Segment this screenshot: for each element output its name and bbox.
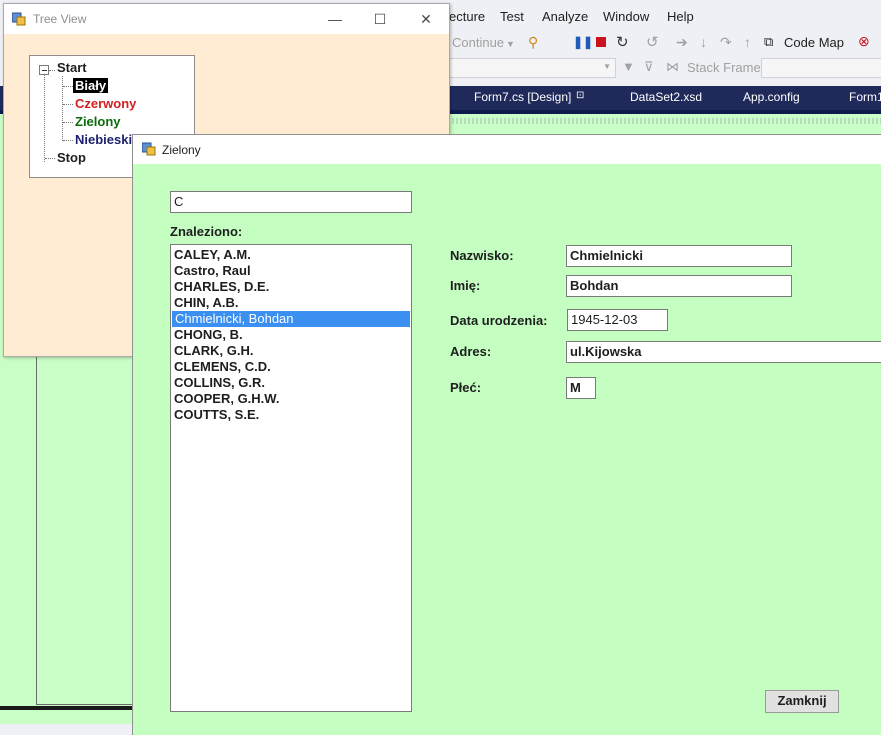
address-label: Adres: — [450, 344, 492, 359]
process-combo[interactable]: ▼ — [449, 58, 616, 78]
tree-node-stop[interactable]: Stop — [55, 150, 88, 165]
app-icon — [142, 142, 156, 156]
list-item[interactable]: CLARK, G.H. — [171, 343, 411, 359]
close-button[interactable]: Zamknij — [765, 690, 839, 713]
found-label: Znaleziono: — [170, 224, 243, 239]
tab-app-config[interactable]: App.config — [743, 90, 800, 104]
stack-frame-combo[interactable] — [761, 58, 881, 78]
code-map-icon: ⧉ — [764, 34, 774, 49]
show-next-icon[interactable]: ➔ — [676, 34, 688, 51]
list-item[interactable]: COUTTS, S.E. — [171, 407, 411, 423]
tree-node-bialy[interactable]: Biały — [73, 78, 109, 93]
list-item-selected[interactable]: Chmielnicki, Bohdan — [172, 311, 410, 327]
surname-label: Nazwisko: — [450, 248, 514, 263]
tree-node-niebieski[interactable]: Niebieski — [73, 132, 134, 147]
filter-clear-icon[interactable]: ⊽ — [644, 59, 654, 75]
list-item[interactable]: Castro, Raul — [171, 263, 411, 279]
toggle-external-icon[interactable]: ⋈ — [666, 59, 679, 75]
window-title: Tree View — [33, 12, 87, 26]
window-title: Zielony — [162, 143, 201, 157]
maximize-icon[interactable]: ☐ — [370, 10, 390, 28]
tree-node-start[interactable]: Start — [55, 60, 89, 75]
firstname-label: Imię: — [450, 278, 481, 293]
menu-window[interactable]: Window — [603, 9, 649, 24]
birthdate-picker[interactable]: 1945-12-03 — [567, 309, 668, 331]
list-item[interactable]: COOPER, G.H.W. — [171, 391, 411, 407]
step-back-icon[interactable]: ↺ — [646, 33, 659, 51]
menu-architecture[interactable]: ecture — [449, 9, 485, 24]
surname-field[interactable]: Chmielnicki — [566, 245, 792, 267]
list-item[interactable]: CALEY, A.M. — [171, 247, 411, 263]
list-item[interactable]: CHARLES, D.E. — [171, 279, 411, 295]
birthdate-label: Data urodzenia: — [450, 313, 548, 328]
tree-node-czerwony[interactable]: Czerwony — [73, 96, 138, 111]
tab-form7-design[interactable]: Form7.cs [Design] — [474, 90, 571, 104]
tree-node-zielony[interactable]: Zielony — [73, 114, 123, 129]
code-map-button[interactable]: Code Map — [784, 35, 844, 50]
minimize-icon[interactable]: — — [325, 10, 345, 28]
search-input[interactable]: C — [170, 191, 412, 213]
close-icon[interactable]: ✕ — [416, 10, 436, 28]
menu-help[interactable]: Help — [667, 9, 694, 24]
menu-analyze[interactable]: Analyze — [542, 9, 588, 24]
restart-icon[interactable]: ↻ — [616, 33, 629, 51]
breakpoints-icon[interactable]: ⊗ — [858, 33, 870, 50]
step-out-icon[interactable]: ↑ — [744, 34, 751, 50]
tree-view-titlebar[interactable]: Tree View — ☐ ✕ — [4, 4, 449, 34]
results-listbox[interactable]: CALEY, A.M. Castro, Raul CHARLES, D.E. C… — [170, 244, 412, 712]
zielony-window: Zielony C Znaleziono: CALEY, A.M. Castro… — [132, 134, 881, 735]
find-icon[interactable]: ⚲ — [528, 34, 538, 51]
address-field[interactable]: ul.Kijowska — [566, 341, 881, 363]
filter-icon[interactable]: ▼ — [622, 59, 635, 74]
step-into-icon[interactable]: ↓ — [700, 34, 707, 50]
menu-test[interactable]: Test — [500, 9, 524, 24]
pin-icon[interactable]: ⊡ — [576, 90, 584, 101]
list-item[interactable]: CHIN, A.B. — [171, 295, 411, 311]
designer-scroll-border — [440, 118, 881, 124]
designer-bottom-edge — [0, 706, 140, 710]
firstname-field[interactable]: Bohdan — [566, 275, 792, 297]
continue-dropdown-icon[interactable]: ▼ — [506, 39, 515, 49]
app-icon — [12, 12, 26, 26]
chevron-down-icon: ▼ — [603, 62, 611, 71]
list-item[interactable]: COLLINS, G.R. — [171, 375, 411, 391]
sex-field[interactable]: M — [566, 377, 596, 399]
tree-line — [44, 75, 46, 162]
list-item[interactable]: CHONG, B. — [171, 327, 411, 343]
tab-dataset2[interactable]: DataSet2.xsd — [630, 90, 702, 104]
stack-frame-label: Stack Frame: — [687, 60, 765, 75]
continue-button[interactable]: Continue — [452, 35, 504, 50]
tab-form1[interactable]: Form1 — [849, 90, 881, 104]
list-item[interactable]: CLEMENS, C.D. — [171, 359, 411, 375]
zielony-titlebar[interactable]: Zielony — [133, 135, 881, 164]
stop-icon[interactable] — [596, 37, 606, 47]
sex-label: Płeć: — [450, 380, 482, 395]
collapse-toggle[interactable] — [39, 65, 49, 75]
step-over-icon[interactable]: ↷ — [720, 34, 732, 51]
pause-icon[interactable]: ❚❚ — [573, 35, 593, 49]
